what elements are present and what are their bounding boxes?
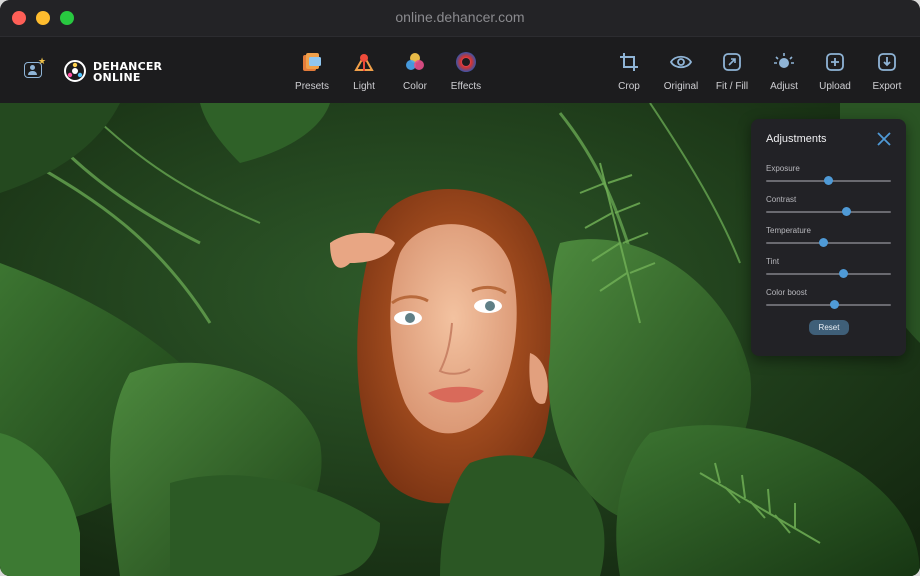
color-icon [406, 53, 424, 70]
address-url: online.dehancer.com [395, 9, 525, 25]
presets-icon [303, 53, 321, 71]
slider-handle[interactable] [824, 176, 833, 185]
star-icon: ★ [38, 56, 47, 66]
adjustments-panel: Adjustments Exposure Contrast Temperatur… [751, 119, 906, 356]
upload-button[interactable]: Upload [815, 37, 855, 103]
dehancer-logo-icon [64, 60, 86, 82]
slider-track[interactable] [766, 273, 891, 275]
slider-track[interactable] [766, 242, 891, 244]
tint-slider[interactable]: Tint [766, 257, 891, 283]
contrast-slider[interactable]: Contrast [766, 195, 891, 221]
export-button[interactable]: Export [867, 37, 907, 103]
app-window: online.dehancer.com ★ DEHANCER ONLINE Pr… [0, 0, 920, 576]
crop-button[interactable]: Crop [611, 37, 647, 103]
light-button[interactable]: Light [344, 37, 384, 103]
export-icon [878, 53, 896, 71]
eye-icon [669, 55, 693, 69]
original-button[interactable]: Original [660, 37, 702, 103]
profile-button[interactable]: ★ [24, 56, 46, 78]
toolbar: ★ DEHANCER ONLINE Presets Light Color Ef… [0, 37, 920, 103]
user-icon [30, 65, 35, 70]
crop-icon [620, 53, 638, 71]
adjust-button[interactable]: Adjust [765, 37, 803, 103]
close-icon[interactable] [877, 132, 891, 146]
panel-title: Adjustments [766, 133, 827, 145]
color-boost-slider[interactable]: Color boost [766, 288, 891, 314]
fit-fill-icon [723, 53, 741, 71]
temperature-slider[interactable]: Temperature [766, 226, 891, 252]
slider-handle[interactable] [839, 269, 848, 278]
light-icon [354, 53, 374, 71]
exposure-slider[interactable]: Exposure [766, 164, 891, 190]
fit-fill-button[interactable]: Fit / Fill [712, 37, 752, 103]
slider-handle[interactable] [819, 238, 828, 247]
upload-icon [826, 53, 844, 71]
presets-button[interactable]: Presets [292, 37, 332, 103]
color-button[interactable]: Color [395, 37, 435, 103]
title-bar: online.dehancer.com [0, 0, 920, 37]
effects-button[interactable]: Effects [446, 37, 486, 103]
effects-icon [456, 52, 476, 72]
reset-button[interactable]: Reset [809, 320, 849, 335]
slider-track[interactable] [766, 304, 891, 306]
slider-handle[interactable] [841, 207, 851, 216]
slider-handle[interactable] [830, 300, 840, 309]
slider-track[interactable] [766, 211, 891, 213]
adjust-icon [774, 53, 794, 68]
brand-name: DEHANCER ONLINE [93, 60, 163, 84]
